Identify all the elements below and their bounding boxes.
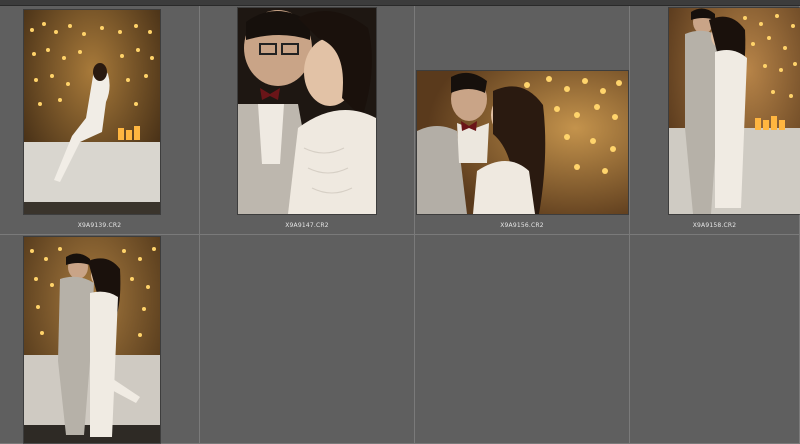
photo-woman-seated-lights <box>24 10 160 214</box>
photo-couple-closeup <box>238 8 376 214</box>
thumbnail-image-1[interactable] <box>24 10 160 214</box>
thumbnail-cell-1[interactable]: X9A9139.CR2 <box>0 6 200 235</box>
thumbnail-filename-4: X9A9158.CR2 <box>692 222 737 229</box>
thumbnail-image-3[interactable] <box>417 71 628 214</box>
thumbnail-grid: X9A9139.CR2 X9A9147.CR2 X9A9156.CR2 X9A9… <box>0 6 800 444</box>
thumbnail-cell-4[interactable]: X9A9158.CR2 <box>630 6 800 235</box>
thumbnail-image-5[interactable] <box>24 237 160 443</box>
thumbnail-filename-2: X9A9147.CR2 <box>285 222 329 229</box>
thumbnail-image-2[interactable] <box>238 8 376 214</box>
photo-couple-hug-standing <box>669 8 800 214</box>
thumbnail-cell-2[interactable]: X9A9147.CR2 <box>200 6 415 235</box>
photo-couple-kiss-landscape <box>417 71 628 214</box>
thumbnail-filename-3: X9A9156.CR2 <box>500 222 544 229</box>
empty-cell-6 <box>200 235 415 444</box>
thumbnail-image-4[interactable] <box>669 8 800 214</box>
empty-cell-8 <box>630 235 800 444</box>
thumbnail-cell-5[interactable] <box>0 235 200 444</box>
photo-couple-kiss-standing <box>24 237 160 443</box>
empty-cell-7 <box>415 235 630 444</box>
thumbnail-cell-3[interactable]: X9A9156.CR2 <box>415 6 630 235</box>
thumbnail-filename-1: X9A9139.CR2 <box>77 222 122 229</box>
